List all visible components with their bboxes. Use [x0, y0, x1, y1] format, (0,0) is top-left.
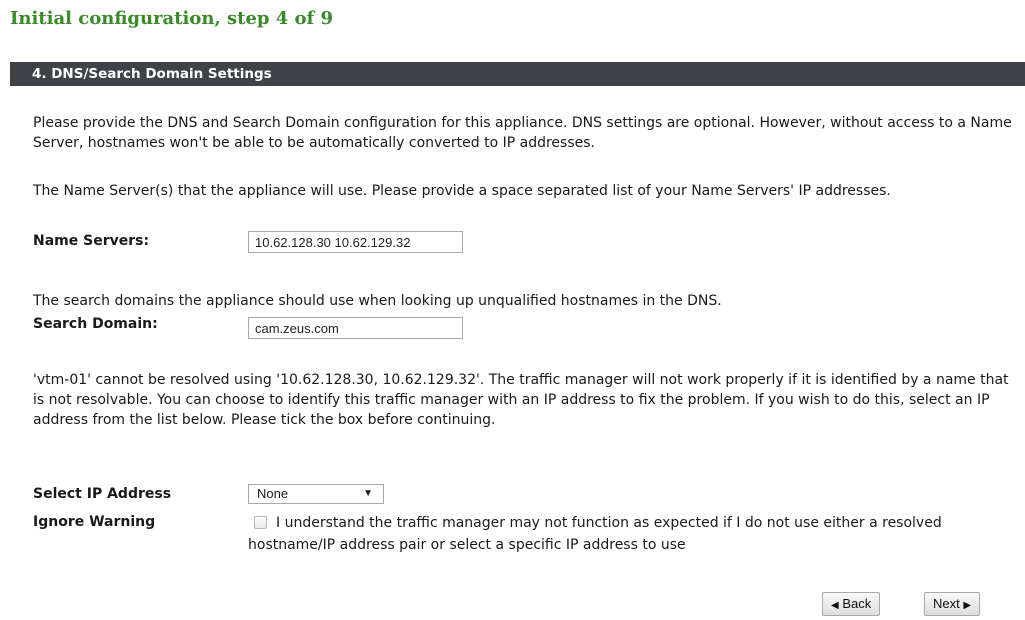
ignore-warning-text: I understand the traffic manager may not… [248, 515, 942, 553]
select-ip-label: Select IP Address [33, 486, 172, 502]
page-title: Initial configuration, step 4 of 9 [10, 8, 334, 29]
resolution-warning: 'vtm-01' cannot be resolved using '10.62… [33, 372, 1009, 428]
right-triangle-icon: ▶ [963, 600, 972, 611]
intro-text: Please provide the DNS and Search Domain… [33, 115, 1012, 151]
ignore-warning-checkbox[interactable] [254, 516, 267, 529]
chevron-down-icon: ▼ [363, 488, 373, 499]
next-button-label: Next [933, 596, 960, 611]
name-servers-description: The Name Server(s) that the appliance wi… [33, 183, 891, 199]
back-button-label: Back [842, 596, 872, 611]
name-servers-label: Name Servers: [33, 233, 150, 249]
select-ip-dropdown[interactable]: None ▼ [248, 484, 384, 504]
back-button[interactable]: ◀ Back [822, 592, 881, 616]
ignore-warning-label: Ignore Warning [33, 514, 156, 530]
search-domain-input[interactable] [248, 317, 463, 339]
search-domain-label: Search Domain: [33, 316, 158, 332]
search-domain-description: The search domains the appliance should … [33, 293, 722, 309]
left-triangle-icon: ◀ [831, 600, 839, 611]
section-header: 4. DNS/Search Domain Settings [10, 62, 1025, 86]
select-ip-value: None [257, 486, 289, 501]
next-button[interactable]: Next ▶ [924, 592, 981, 616]
name-servers-input[interactable] [248, 231, 463, 253]
